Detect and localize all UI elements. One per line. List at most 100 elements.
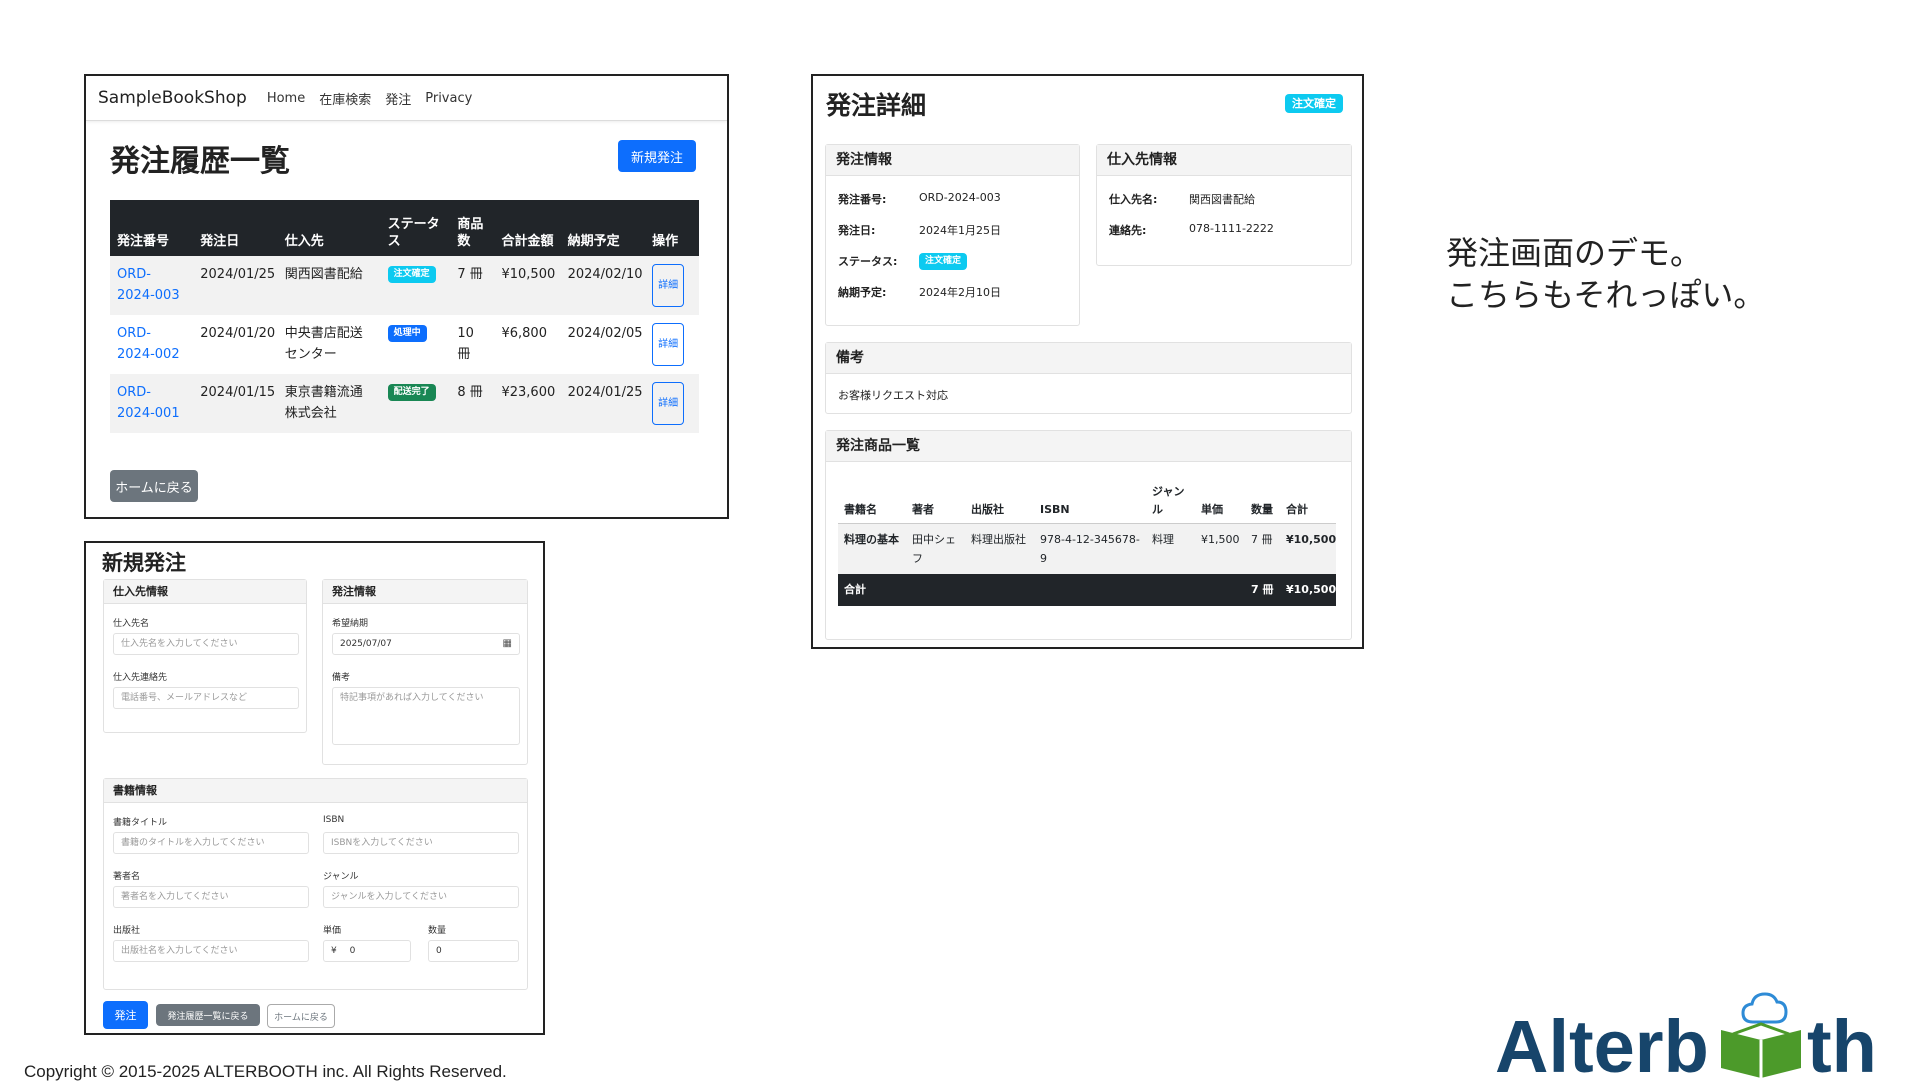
table-row: ORD-2024-002 2024/01/20 中央書店配送センター 処理中 1… xyxy=(110,315,699,374)
column-header: ステータス xyxy=(380,200,451,256)
detail-button[interactable]: 詳細 xyxy=(652,382,685,425)
book-title: 料理の基本 xyxy=(838,523,906,574)
column-header: 合計 xyxy=(1280,475,1336,524)
column-header: 著者 xyxy=(906,475,965,524)
contact-label: 連絡先: xyxy=(1109,224,1147,237)
home-button[interactable]: ホームに戻る xyxy=(267,1004,335,1028)
card-header: 仕入先情報 xyxy=(1097,145,1351,176)
supplier-info-card: 仕入先情報 仕入先名: 関西図書配給 連絡先: 078-1111-2222 xyxy=(1096,144,1352,266)
genre-label: ジャンル xyxy=(323,872,359,882)
logo-text-left: Alterb xyxy=(1495,1005,1709,1080)
publisher-input[interactable]: 出版社名を入力してください xyxy=(113,940,309,962)
isbn-input[interactable]: ISBNを入力してください xyxy=(323,832,519,854)
total-row: 合計 7 冊 ¥10,500 xyxy=(838,574,1336,606)
order-history-screenshot: SampleBookShop Home 在庫検索 発注 Privacy 発注履歴… xyxy=(84,74,729,519)
desired-date-input[interactable]: 2025/07/07 ▦ xyxy=(332,633,520,655)
column-header: 単価 xyxy=(1195,475,1245,524)
total-amount: ¥10,500 xyxy=(1280,574,1336,606)
total-label: 合計 xyxy=(838,574,1245,606)
genre-input[interactable]: ジャンルを入力してください xyxy=(323,886,519,908)
order-info-card: 発注情報 希望納期 2025/07/07 ▦ 備考 特記事項があれば入力してくだ… xyxy=(322,579,528,765)
page-title: 発注履歴一覧 xyxy=(110,144,290,179)
supplier-name-label: 仕入先名 xyxy=(113,619,150,629)
status-badge: 注文確定 xyxy=(919,253,968,270)
logo-text-right: th xyxy=(1807,1005,1877,1080)
quantity-input[interactable]: 0 xyxy=(428,940,519,962)
nav-link-order[interactable]: 発注 xyxy=(385,89,411,108)
total-amount: ¥6,800 xyxy=(501,326,547,341)
book-title-label: 書籍タイトル xyxy=(113,818,168,828)
author-label: 著者名 xyxy=(113,872,141,882)
notes-card: 備考 お客様リクエスト対応 xyxy=(825,342,1352,414)
column-header: 発注番号 xyxy=(110,200,194,256)
card-header: 発注情報 xyxy=(323,580,527,604)
order-date-value: 2024年1月25日 xyxy=(919,224,1001,237)
calendar-icon[interactable]: ▦ xyxy=(503,634,512,654)
column-header: 発注日 xyxy=(193,200,278,256)
status-badge: 注文確定 xyxy=(387,266,436,283)
home-button[interactable]: ホームに戻る xyxy=(110,470,198,502)
column-header: 仕入先 xyxy=(277,200,381,256)
supplier-name-label: 仕入先名: xyxy=(1109,193,1158,206)
desired-date-label: 希望納期 xyxy=(332,619,369,629)
caption-line-2: こちらもそれっぽい。 xyxy=(1446,276,1766,314)
author-input[interactable]: 著者名を入力してください xyxy=(113,886,309,908)
column-header: ISBN xyxy=(1034,475,1146,524)
order-number-link[interactable]: ORD-2024-002 xyxy=(117,326,180,362)
nav-link-inventory[interactable]: 在庫検索 xyxy=(319,89,371,108)
supplier-name: 東京書籍流通株式会社 xyxy=(277,374,381,433)
supplier-name-value: 関西図書配給 xyxy=(1189,193,1255,206)
column-header: 出版社 xyxy=(965,475,1034,524)
supplier-name: 関西図書配給 xyxy=(277,256,381,315)
notes-textarea[interactable]: 特記事項があれば入力してください xyxy=(332,687,520,745)
currency-prefix: ¥ xyxy=(331,946,337,956)
caption-line-1: 発注画面のデモ。 xyxy=(1446,234,1703,272)
order-number-link[interactable]: ORD-2024-001 xyxy=(117,385,180,421)
table-header-row: 書籍名 著者 出版社 ISBN ジャンル 単価 数量 合計 xyxy=(838,475,1336,524)
publisher-label: 出版社 xyxy=(113,926,141,936)
new-order-screenshot: 新規発注 仕入先情報 仕入先名 仕入先名を入力してください 仕入先連絡先 電話番… xyxy=(84,541,545,1035)
logo-book-icon xyxy=(1721,1022,1801,1078)
order-number-link[interactable]: ORD-2024-003 xyxy=(117,267,180,303)
card-header: 書籍情報 xyxy=(104,779,527,803)
new-order-button[interactable]: 新規発注 xyxy=(618,140,696,172)
column-header: 操作 xyxy=(645,200,699,256)
book-title-input[interactable]: 書籍のタイトルを入力してください xyxy=(113,832,309,854)
navbar-brand[interactable]: SampleBookShop xyxy=(98,88,247,108)
publisher: 料理出版社 xyxy=(965,523,1034,574)
notes-text: お客様リクエスト対応 xyxy=(838,389,948,402)
unit-price: ¥1,500 xyxy=(1195,523,1245,574)
navbar: SampleBookShop Home 在庫検索 発注 Privacy xyxy=(86,76,727,121)
order-date: 2024/01/20 xyxy=(200,326,276,341)
unit-price-input[interactable]: ¥ 0 xyxy=(323,940,411,962)
column-header: 納期予定 xyxy=(560,200,646,256)
ordered-items-table: 書籍名 著者 出版社 ISBN ジャンル 単価 数量 合計 料理の基本 田中シェ… xyxy=(838,475,1336,606)
detail-button[interactable]: 詳細 xyxy=(652,264,685,307)
alterbooth-logo: Alterb th xyxy=(1495,992,1877,1080)
table-row: 料理の基本 田中シェフ 料理出版社 978-4-12-345678-9 料理 ¥… xyxy=(838,523,1336,574)
supplier-name-input[interactable]: 仕入先名を入力してください xyxy=(113,633,299,655)
due-date: 2024/02/10 xyxy=(560,256,646,315)
back-to-list-button[interactable]: 発注履歴一覧に戻る xyxy=(156,1004,260,1026)
status-badge: 配送完了 xyxy=(387,384,436,401)
detail-button[interactable]: 詳細 xyxy=(652,323,685,366)
genre: 料理 xyxy=(1146,523,1195,574)
total-amount: ¥10,500 xyxy=(494,256,561,315)
nav-link-privacy[interactable]: Privacy xyxy=(425,91,472,106)
supplier-name: 中央書店配送センター xyxy=(284,326,363,362)
card-header: 仕入先情報 xyxy=(104,580,306,604)
order-date: 2024/01/15 xyxy=(193,374,278,433)
total-amount: ¥23,600 xyxy=(494,374,561,433)
column-header: ジャンル xyxy=(1146,475,1195,524)
column-header: 書籍名 xyxy=(838,475,906,524)
nav-link-home[interactable]: Home xyxy=(267,91,305,106)
card-header: 備考 xyxy=(826,343,1351,374)
contact-value: 078-1111-2222 xyxy=(1189,222,1274,235)
order-date-label: 発注日: xyxy=(838,224,876,237)
status-badge: 処理中 xyxy=(387,325,427,342)
slide-caption: 発注画面のデモ。 こちらもそれっぽい。 xyxy=(1446,232,1765,316)
submit-order-button[interactable]: 発注 xyxy=(103,1001,148,1029)
page-title: 新規発注 xyxy=(102,551,186,575)
column-header: 数量 xyxy=(1245,475,1280,524)
supplier-contact-input[interactable]: 電話番号、メールアドレスなど xyxy=(113,687,299,709)
